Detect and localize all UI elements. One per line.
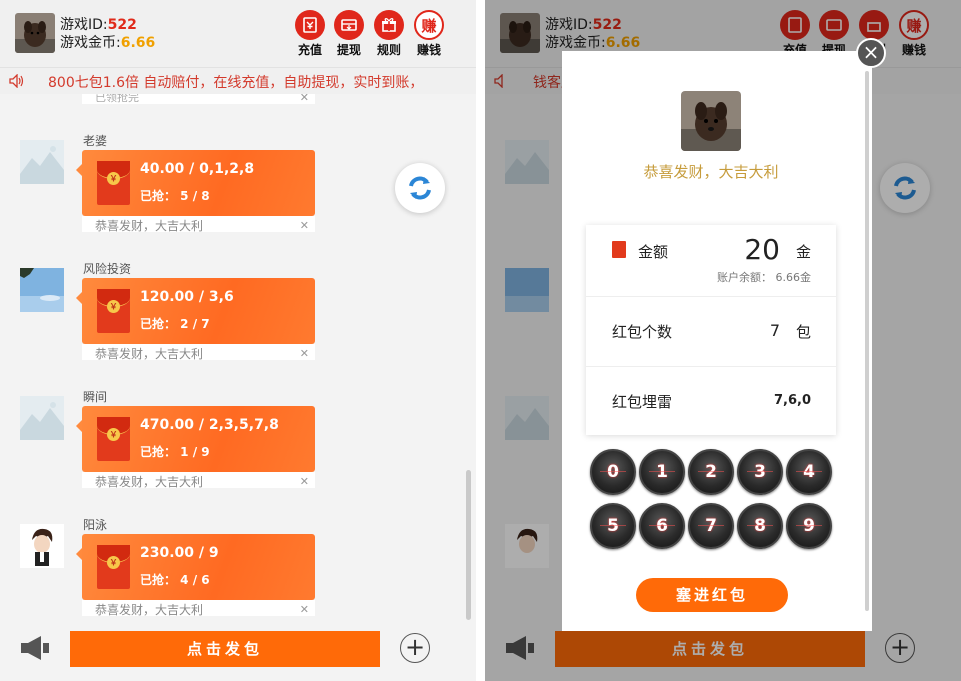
amount-row[interactable]: 金额 20 金 账户余额： 6.66金 bbox=[586, 225, 836, 297]
key-8[interactable]: 8 bbox=[737, 503, 783, 549]
envelope-grabbed: 已抢： 4 / 6 bbox=[140, 573, 210, 587]
close-icon[interactable]: ✕ bbox=[300, 603, 309, 616]
sender-name: 阳泳 bbox=[83, 518, 108, 532]
close-icon[interactable]: ✕ bbox=[300, 219, 309, 232]
recharge-button[interactable]: 充值 bbox=[293, 10, 327, 58]
plus-icon[interactable]: + bbox=[400, 633, 430, 663]
game-id: 游戏ID:522 bbox=[60, 17, 137, 33]
dialog-avatar bbox=[681, 91, 741, 151]
stuff-envelope-button[interactable]: 塞进红包 bbox=[636, 578, 788, 612]
rules-icon bbox=[374, 10, 404, 40]
megaphone-icon[interactable] bbox=[19, 634, 51, 662]
refresh-button[interactable] bbox=[395, 163, 445, 213]
envelope-wish: 恭喜发财，大吉大利 bbox=[95, 475, 204, 489]
count-value[interactable]: 7 bbox=[770, 321, 780, 340]
dialog-scrollbar[interactable] bbox=[865, 71, 869, 611]
send-envelope-button[interactable]: 点击发包 bbox=[70, 631, 380, 667]
key-3[interactable]: 3 bbox=[737, 449, 783, 495]
announcement-text: 800七包1.6倍 自动赔付，在线充值，自助提现，实时到账， bbox=[48, 75, 424, 91]
envelope-amount: 40.00 / 0,1,2,8 bbox=[140, 161, 255, 177]
send-envelope-dialog: 恭喜发财，大吉大利 金额 20 金 账户余额： 6.66金 红包个数 7 包 红… bbox=[562, 51, 872, 631]
key-7[interactable]: 7 bbox=[688, 503, 734, 549]
envelope-wish: 恭喜发财，大吉大利 bbox=[95, 219, 204, 233]
account-balance: 账户余额： 6.66金 bbox=[717, 271, 811, 284]
close-icon[interactable]: ✕ bbox=[300, 475, 309, 488]
envelope-amount: 120.00 / 3,6 bbox=[140, 289, 234, 305]
number-keypad: 0 1 2 3 4 5 6 7 8 9 bbox=[590, 449, 840, 549]
dialog-wish: 恭喜发财，大吉大利 bbox=[643, 163, 779, 181]
mountain-avatar[interactable] bbox=[20, 396, 64, 440]
chat-screen: 游戏ID:522 游戏金币:6.66 充值 提现 规则 赚 赚钱 800七包1.… bbox=[0, 0, 476, 681]
sender-name: 瞬间 bbox=[83, 390, 108, 404]
envelope-icon: ￥ bbox=[97, 417, 130, 461]
game-gold: 游戏金币:6.66 bbox=[60, 35, 156, 51]
sky-avatar[interactable] bbox=[20, 268, 64, 312]
refresh-icon bbox=[409, 176, 431, 200]
envelope-grabbed: 已抢： 5 / 8 bbox=[140, 189, 210, 203]
rules-button[interactable]: 规则 bbox=[372, 10, 406, 58]
red-envelope[interactable]: ￥ 230.00 / 9 已抢： 4 / 6 恭喜发财，大吉大利 ✕ bbox=[76, 534, 315, 617]
key-2[interactable]: 2 bbox=[688, 449, 734, 495]
envelope-form: 金额 20 金 账户余额： 6.66金 红包个数 7 包 红包埋雷 7,6,0 bbox=[586, 225, 836, 435]
previous-envelope-footer: 已领抢完 ✕ bbox=[82, 94, 315, 104]
earn-icon: 赚 bbox=[414, 10, 444, 40]
user-avatar[interactable] bbox=[15, 13, 55, 53]
withdraw-button[interactable]: 提现 bbox=[332, 10, 366, 58]
count-row[interactable]: 红包个数 7 包 bbox=[586, 297, 836, 367]
earn-button[interactable]: 赚 赚钱 bbox=[412, 10, 446, 58]
envelope-amount: 470.00 / 2,3,5,7,8 bbox=[140, 417, 279, 433]
close-icon[interactable]: ✕ bbox=[300, 94, 309, 104]
amount-value[interactable]: 20 bbox=[744, 233, 780, 266]
recharge-icon bbox=[295, 10, 325, 40]
send-envelope-screen: 游戏ID:522 游戏金币:6.66 充值 提现 规则 赚 赚钱 钱客服 bbox=[485, 0, 961, 681]
red-envelope[interactable]: ￥ 40.00 / 0,1,2,8 已抢： 5 / 8 恭喜发财，大吉大利 ✕ bbox=[76, 150, 315, 233]
key-6[interactable]: 6 bbox=[639, 503, 685, 549]
envelope-icon: ￥ bbox=[97, 545, 130, 589]
announcement-bar: 800七包1.6倍 自动赔付，在线充值，自助提现，实时到账， bbox=[0, 68, 476, 94]
key-0[interactable]: 0 bbox=[590, 449, 636, 495]
key-9[interactable]: 9 bbox=[786, 503, 832, 549]
mine-row[interactable]: 红包埋雷 7,6,0 bbox=[586, 367, 836, 435]
envelope-wish: 恭喜发财，大吉大利 bbox=[95, 603, 204, 617]
bottom-bar: 点击发包 + bbox=[0, 620, 476, 681]
sender-name: 老婆 bbox=[83, 134, 108, 148]
envelope-amount: 230.00 / 9 bbox=[140, 545, 219, 561]
sender-name: 风险投资 bbox=[83, 262, 132, 276]
key-5[interactable]: 5 bbox=[590, 503, 636, 549]
speaker-icon bbox=[9, 74, 25, 88]
key-4[interactable]: 4 bbox=[786, 449, 832, 495]
red-envelope[interactable]: ￥ 120.00 / 3,6 已抢： 2 / 7 恭喜发财，大吉大利 ✕ bbox=[76, 278, 315, 361]
envelope-grabbed: 已抢： 1 / 9 bbox=[140, 445, 210, 459]
scrollbar[interactable] bbox=[466, 470, 471, 620]
cartoon-avatar[interactable] bbox=[20, 524, 64, 568]
envelope-icon: ￥ bbox=[97, 289, 130, 333]
mountain-avatar[interactable] bbox=[20, 140, 64, 184]
red-envelope-icon bbox=[612, 241, 626, 258]
envelope-icon: ￥ bbox=[97, 161, 130, 205]
envelope-grabbed: 已抢： 2 / 7 bbox=[140, 317, 210, 331]
key-1[interactable]: 1 bbox=[639, 449, 685, 495]
envelope-wish: 恭喜发财，大吉大利 bbox=[95, 347, 204, 361]
close-icon[interactable]: ✕ bbox=[300, 347, 309, 360]
red-envelope[interactable]: ￥ 470.00 / 2,3,5,7,8 已抢： 1 / 9 恭喜发财，大吉大利… bbox=[76, 406, 315, 489]
mine-value[interactable]: 7,6,0 bbox=[774, 393, 811, 408]
withdraw-icon bbox=[334, 10, 364, 40]
close-icon[interactable]: × bbox=[856, 38, 886, 68]
top-header: 游戏ID:522 游戏金币:6.66 充值 提现 规则 赚 赚钱 bbox=[0, 0, 476, 68]
